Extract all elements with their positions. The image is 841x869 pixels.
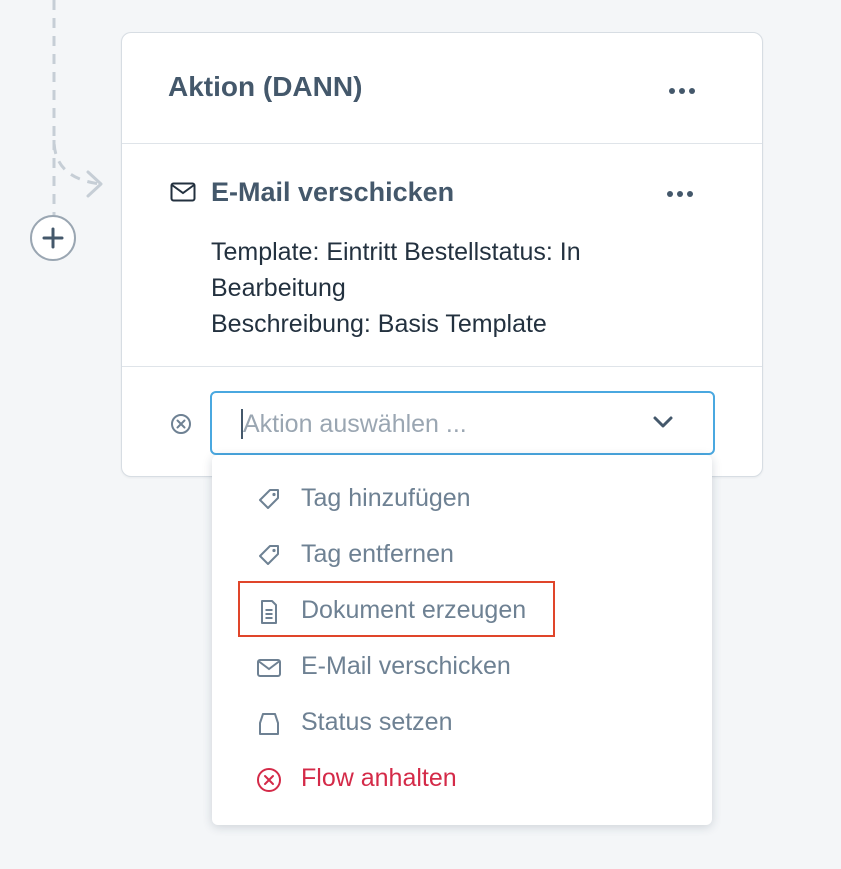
action-description-line: Beschreibung: Basis Template [211, 310, 547, 338]
menu-item-label: Tag hinzufügen [301, 484, 471, 512]
mail-icon [257, 659, 281, 677]
menu-item-tag-entfernen[interactable]: Tag entfernen [212, 531, 712, 579]
remove-action-icon[interactable] [170, 413, 192, 435]
tag-icon [259, 489, 279, 509]
more-icon [669, 88, 695, 94]
chevron-down-icon[interactable] [652, 415, 674, 429]
document-icon [261, 600, 277, 624]
menu-item-label: Flow anhalten [301, 764, 457, 792]
menu-item-status-setzen[interactable]: Status setzen [212, 699, 712, 747]
menu-item-flow-anhalten[interactable]: Flow anhalten [212, 755, 712, 803]
action-description-line: Bearbeitung [211, 274, 346, 302]
card-more-button[interactable] [666, 81, 698, 101]
action-description-line: Template: Eintritt Bestellstatus: In [211, 238, 581, 266]
action-description: Template: Eintritt Bestellstatus: In Bea… [211, 234, 651, 342]
card-header: Aktion (DANN) [122, 33, 762, 144]
menu-item-dokument-erzeugen[interactable]: Dokument erzeugen [212, 587, 712, 635]
more-icon [667, 191, 693, 197]
tag-icon [259, 545, 279, 565]
menu-item-label: Status setzen [301, 708, 453, 736]
action-card: Aktion (DANN) E-Mail verschicken Templat… [121, 32, 763, 477]
menu-item-label: Dokument erzeugen [301, 596, 527, 624]
action-title: E-Mail verschicken [211, 177, 455, 207]
mail-icon [170, 182, 196, 202]
action-item: E-Mail verschicken Template: Eintritt Be… [122, 144, 762, 367]
action-more-button[interactable] [664, 184, 696, 204]
menu-item-label: E-Mail verschicken [301, 652, 511, 680]
flow-canvas: Aktion (DANN) E-Mail verschicken Templat… [0, 0, 841, 869]
action-select-placeholder: Aktion auswählen ... [243, 410, 467, 438]
menu-item-email-verschicken[interactable]: E-Mail verschicken [212, 643, 712, 691]
add-step-button[interactable] [30, 215, 76, 261]
card-title: Aktion (DANN) [168, 71, 363, 102]
plus-icon [42, 227, 64, 249]
menu-item-tag-hinzufuegen[interactable]: Tag hinzufügen [212, 475, 712, 523]
action-dropdown-menu: Tag hinzufügen Tag entfernen Dokument er… [212, 455, 712, 825]
status-icon [259, 713, 279, 735]
menu-item-label: Tag entfernen [301, 540, 454, 568]
action-select-input[interactable]: Aktion auswählen ... [210, 391, 715, 455]
stop-icon [257, 768, 281, 792]
